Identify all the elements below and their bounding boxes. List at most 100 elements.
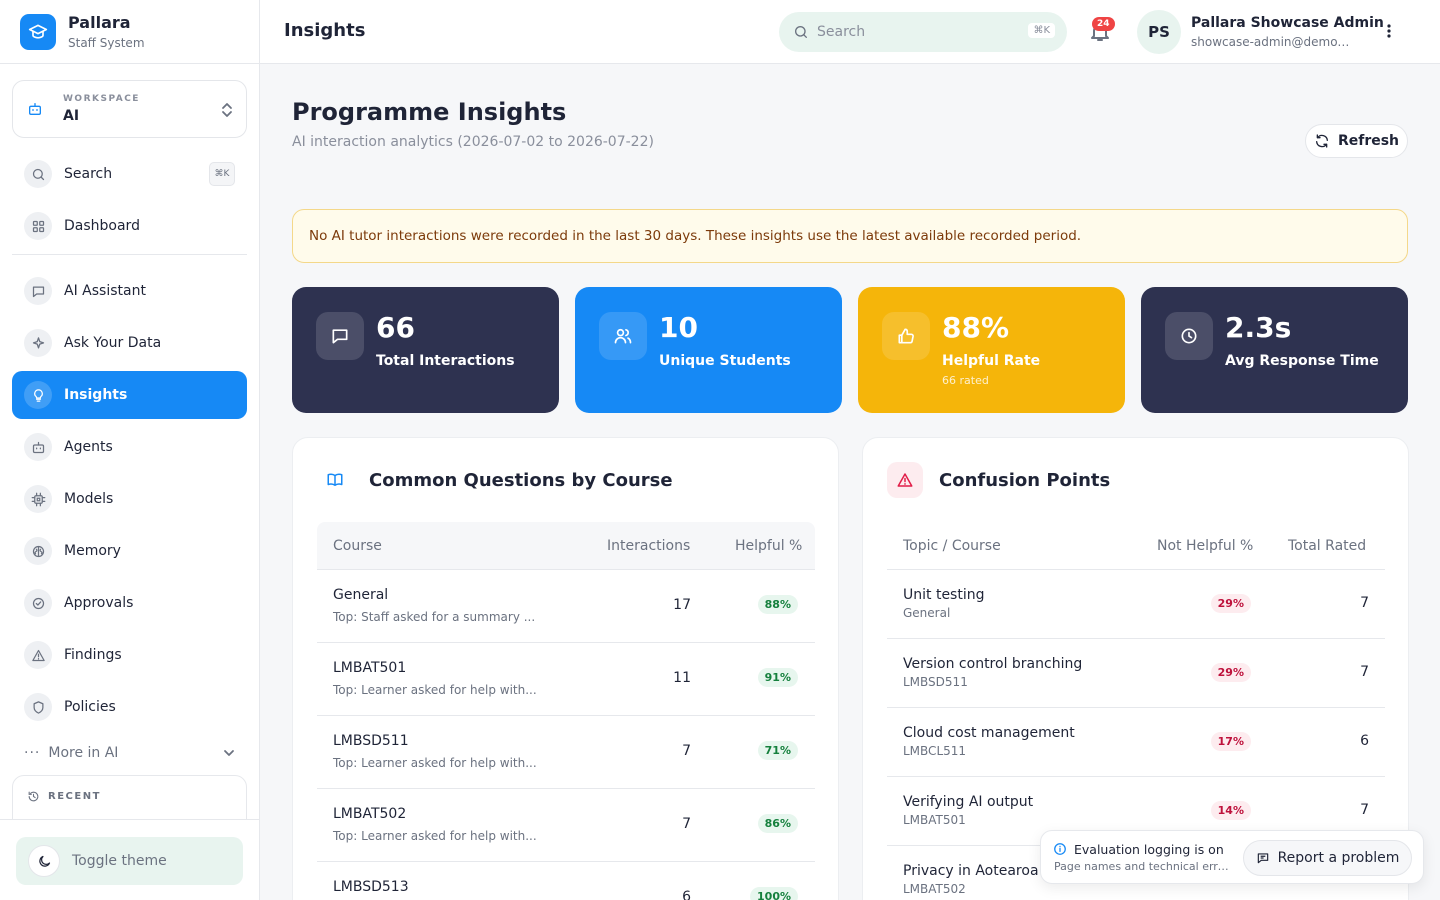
evaluation-logging-toast: Evaluation logging is on Page names and … <box>1040 830 1424 884</box>
ellipsis-icon: ··· <box>24 745 41 761</box>
toast-subtitle: Page names and technical errors are logg… <box>1054 860 1234 873</box>
panel-title: Common Questions by Course <box>369 469 673 491</box>
clock-icon <box>1165 312 1213 360</box>
sidebar-item-search[interactable]: Search ⌘K <box>12 150 247 198</box>
sidebar-item-label: Agents <box>64 439 113 455</box>
topic-course: LMBAT501 <box>903 813 966 827</box>
column-header-course[interactable]: Course <box>333 538 382 554</box>
table-row[interactable]: LMBAT502 Top: Learner asked for help wit… <box>317 789 815 862</box>
interaction-count: 6 <box>682 889 691 900</box>
sidebar-item-models[interactable]: Models <box>12 475 247 523</box>
top-question: Top: Learner asked for help with... <box>333 756 537 770</box>
sidebar-item-agents[interactable]: Agents <box>12 423 247 471</box>
table-row[interactable]: LMBSD511 Top: Learner asked for help wit… <box>317 716 815 789</box>
not-helpful-badge: 29% <box>1210 663 1251 682</box>
notice-text: No AI tutor interactions were recorded i… <box>309 228 1082 244</box>
more-label: More in AI <box>48 745 119 761</box>
chevron-up-down-icon <box>220 101 234 119</box>
chat-icon <box>316 312 364 360</box>
brain-icon <box>24 537 52 565</box>
column-header-not-helpful[interactable]: Not Helpful % <box>1157 538 1253 554</box>
table-row[interactable]: General Top: Staff asked for a summary .… <box>317 570 815 643</box>
info-notice: No AI tutor interactions were recorded i… <box>292 209 1408 263</box>
table-row[interactable]: Unit testing General 29% 7 <box>887 570 1385 639</box>
global-search[interactable]: ⌘K <box>779 12 1067 52</box>
questions-table: Course Interactions Helpful % General To… <box>317 522 815 900</box>
sidebar-item-dashboard[interactable]: Dashboard <box>12 202 247 250</box>
topic-course: LMBSD511 <box>903 675 968 689</box>
check-circle-icon <box>24 589 52 617</box>
message-icon <box>1256 851 1270 865</box>
helpful-badge: 86% <box>757 814 798 833</box>
column-header-helpful[interactable]: Helpful % <box>735 538 802 554</box>
interaction-count: 11 <box>673 670 691 686</box>
search-shortcut: ⌘K <box>1028 23 1055 38</box>
user-email: showcase-admin@demo.pallara.edu <box>1191 35 1351 49</box>
stat-label: Unique Students <box>659 353 791 369</box>
sidebar-item-label: Search <box>64 166 113 182</box>
stat-value: 2.3s <box>1225 311 1292 344</box>
thumbs-up-icon <box>882 312 930 360</box>
stat-label: Avg Response Time <box>1225 353 1379 369</box>
table-row[interactable]: LMBSD513 6 100% <box>317 862 815 900</box>
report-problem-button[interactable]: Report a problem <box>1243 840 1412 876</box>
more-in-ai-toggle[interactable]: ··· More in AI <box>24 740 236 766</box>
robot-icon <box>27 101 43 117</box>
users-icon <box>599 312 647 360</box>
sidebar-item-label: Policies <box>64 699 116 715</box>
sidebar-footer: Toggle theme <box>0 819 259 900</box>
stat-sub: 66 rated <box>942 374 989 387</box>
not-helpful-badge: 14% <box>1210 801 1251 820</box>
top-question: Top: Staff asked for a summary ... <box>333 610 536 624</box>
table-row[interactable]: Cloud cost management LMBCL511 17% 6 <box>887 708 1385 777</box>
panel-title: Confusion Points <box>939 469 1111 491</box>
course-name: LMBAT502 <box>333 806 407 822</box>
search-input[interactable] <box>817 24 1017 40</box>
table-header: Topic / Course Not Helpful % Total Rated <box>887 522 1385 570</box>
workspace-value: AI <box>63 108 80 124</box>
table-row[interactable]: LMBAT501 Top: Learner asked for help wit… <box>317 643 815 716</box>
sidebar-item-ask-your-data[interactable]: Ask Your Data <box>12 319 247 367</box>
sidebar-item-ai-assistant[interactable]: AI Assistant <box>12 267 247 315</box>
sidebar-item-policies[interactable]: Policies <box>12 683 247 731</box>
more-vertical-icon[interactable] <box>1387 22 1391 40</box>
total-rated: 7 <box>1360 664 1369 680</box>
sidebar-item-label: Findings <box>64 647 122 663</box>
sidebar-item-findings[interactable]: Findings <box>12 631 247 679</box>
sidebar-item-label: Dashboard <box>64 218 140 234</box>
toggle-theme-button[interactable]: Toggle theme <box>16 837 243 885</box>
robot-icon <box>24 433 52 461</box>
column-header-total-rated[interactable]: Total Rated <box>1288 538 1366 554</box>
stat-label: Total Interactions <box>376 353 515 369</box>
chip-icon <box>24 485 52 513</box>
avatar[interactable]: PS <box>1137 10 1181 54</box>
stat-value: 66 <box>376 311 415 344</box>
toggle-theme-label: Toggle theme <box>72 853 167 869</box>
chat-icon <box>24 277 52 305</box>
total-rated: 7 <box>1360 595 1369 611</box>
not-helpful-badge: 29% <box>1210 594 1251 613</box>
helpful-badge: 71% <box>757 741 798 760</box>
sidebar-item-label: Insights <box>64 387 128 403</box>
page-subtitle: AI interaction analytics (2026-07-02 to … <box>292 134 654 150</box>
refresh-icon <box>1314 133 1330 149</box>
helpful-badge: 100% <box>750 887 798 900</box>
refresh-button[interactable]: Refresh <box>1305 124 1408 158</box>
stat-value: 10 <box>659 311 698 344</box>
course-name: LMBSD511 <box>333 733 409 749</box>
sidebar-item-memory[interactable]: Memory <box>12 527 247 575</box>
table-row[interactable]: Version control branching LMBSD511 29% 7 <box>887 639 1385 708</box>
topic-name: Version control branching <box>903 656 1083 672</box>
column-header-interactions[interactable]: Interactions <box>607 538 690 554</box>
sidebar-item-approvals[interactable]: Approvals <box>12 579 247 627</box>
warning-triangle-icon <box>24 641 52 669</box>
brand[interactable]: Pallara Staff System <box>0 0 259 64</box>
sidebar-item-label: Ask Your Data <box>64 335 162 351</box>
sidebar-item-insights[interactable]: Insights <box>12 371 247 419</box>
nav-divider <box>12 254 247 255</box>
header-title: Insights <box>284 20 366 41</box>
column-header-topic[interactable]: Topic / Course <box>903 538 1001 554</box>
shield-icon <box>24 693 52 721</box>
interaction-count: 17 <box>673 597 691 613</box>
workspace-switcher[interactable]: WORKSPACE AI <box>12 80 247 138</box>
